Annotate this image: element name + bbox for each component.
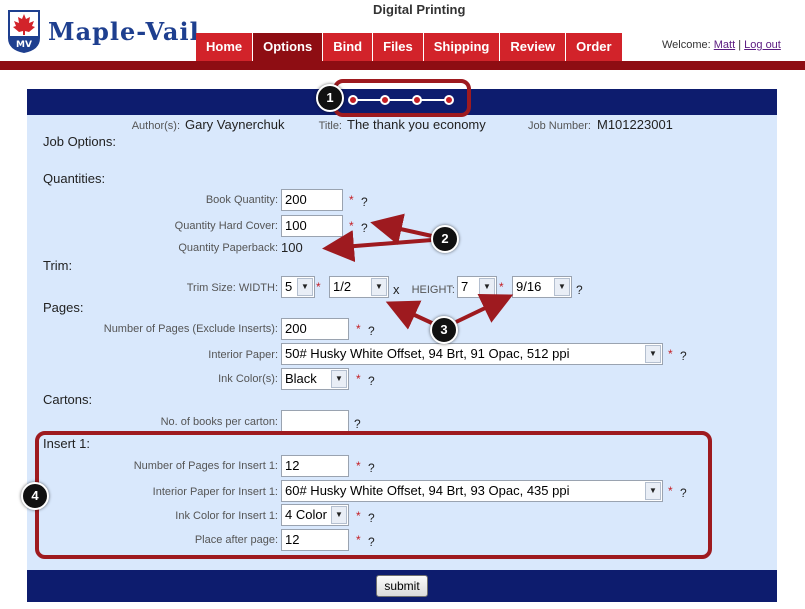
annotation-arrows (322, 213, 514, 330)
annotation-badge-3: 3 (430, 316, 458, 344)
arrow-to-paperback (322, 230, 433, 263)
arrow-to-height-fraction (455, 293, 514, 324)
annotation-badge-1: 1 (316, 84, 344, 112)
annotation-badge-4: 4 (21, 482, 49, 510)
arrow-to-width-fraction (385, 300, 435, 330)
arrow-to-hard-cover (370, 213, 433, 245)
annotation-badge-2: 2 (431, 225, 459, 253)
